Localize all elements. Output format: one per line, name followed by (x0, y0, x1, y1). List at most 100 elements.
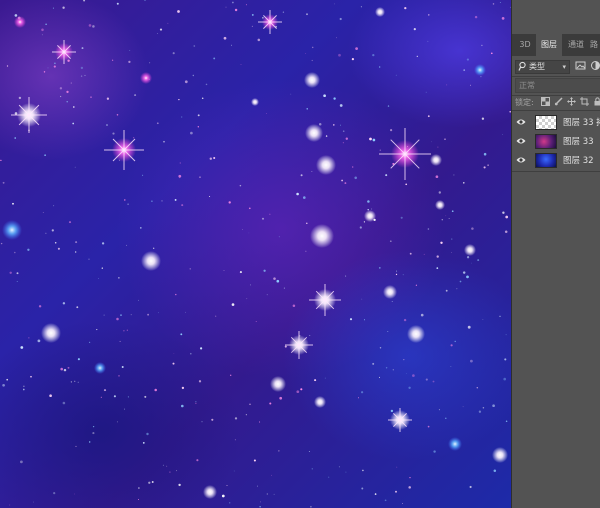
star (251, 13, 254, 16)
star (215, 315, 217, 317)
star (30, 375, 32, 378)
star (118, 277, 120, 279)
star (379, 347, 382, 349)
star (172, 362, 175, 365)
star (16, 280, 18, 282)
star (201, 97, 204, 99)
star (257, 38, 261, 42)
star (263, 269, 266, 272)
star (80, 75, 83, 77)
star (444, 138, 446, 140)
star (259, 506, 261, 508)
star (448, 218, 450, 219)
layer-row[interactable]: 图层 33 拷 (512, 113, 600, 132)
tab-channels[interactable]: 通道 (564, 34, 588, 56)
star (408, 486, 411, 489)
star (372, 138, 376, 142)
star (466, 256, 470, 259)
glowing-star (41, 323, 61, 343)
star (470, 84, 471, 86)
star (92, 425, 95, 428)
star (505, 334, 507, 336)
star (323, 94, 326, 98)
adjustment-filter-icon[interactable] (590, 60, 600, 71)
star (248, 207, 251, 210)
lock-pixels-brush-icon[interactable] (554, 97, 563, 106)
star (352, 166, 354, 168)
star (45, 23, 47, 25)
star (503, 377, 507, 381)
star (101, 242, 105, 245)
lock-label: 锁定: (515, 98, 534, 107)
glowing-star (251, 98, 259, 106)
star (404, 6, 407, 10)
star (428, 14, 430, 16)
star (446, 84, 448, 86)
star (303, 196, 306, 199)
star (342, 130, 345, 132)
star (471, 227, 474, 230)
star (324, 377, 326, 379)
star (385, 367, 388, 369)
star (178, 98, 180, 101)
star (72, 106, 75, 108)
star (248, 232, 250, 234)
eye-visibility-icon[interactable] (516, 156, 526, 164)
lock-transparency-icon[interactable] (541, 97, 550, 106)
star (241, 228, 243, 230)
lock-position-move-icon[interactable] (567, 97, 576, 106)
star (440, 241, 443, 244)
star (22, 388, 25, 391)
layer-row[interactable]: 图层 33 (512, 132, 600, 151)
star (33, 501, 34, 503)
star (74, 380, 76, 382)
eye-visibility-icon[interactable] (516, 137, 526, 145)
tab-paths[interactable]: 路 (590, 34, 600, 56)
star (504, 358, 507, 361)
filter-value: 类型 (529, 62, 545, 71)
star (153, 247, 155, 249)
star (239, 184, 242, 187)
star (133, 137, 135, 139)
star (463, 182, 465, 184)
star (300, 174, 303, 177)
star-flare (379, 128, 431, 180)
star (63, 368, 67, 372)
star (226, 484, 228, 487)
lock-artboard-icon[interactable] (580, 97, 589, 106)
star (20, 346, 24, 349)
star-flare (309, 284, 341, 316)
image-filter-icon[interactable] (575, 60, 586, 71)
star (62, 302, 66, 305)
star (42, 212, 44, 213)
star (181, 116, 183, 118)
star (176, 470, 178, 472)
eye-visibility-icon[interactable] (516, 118, 526, 126)
star (130, 314, 132, 316)
star (159, 28, 163, 31)
glowing-star (203, 485, 217, 499)
star (81, 47, 84, 50)
star (390, 129, 393, 132)
star (487, 164, 489, 166)
layer-filter-select[interactable]: 类型 ▾ (515, 60, 570, 74)
document-canvas[interactable] (0, 0, 511, 508)
blend-mode-select[interactable]: 正常 (515, 78, 600, 93)
layer-row[interactable]: 图层 32 (512, 151, 600, 170)
tab-layers[interactable]: 图层 (536, 34, 562, 56)
star (269, 213, 271, 215)
lock-all-icon[interactable] (593, 97, 600, 106)
star (185, 311, 186, 313)
star (344, 182, 347, 185)
star (445, 215, 447, 217)
star (445, 417, 447, 420)
star (80, 66, 84, 70)
tab-3d[interactable]: 3D (516, 34, 534, 56)
star (51, 229, 54, 232)
star (259, 421, 261, 423)
star (198, 380, 202, 383)
star (505, 420, 508, 422)
star (157, 33, 158, 34)
star (493, 469, 497, 473)
star (259, 501, 261, 503)
